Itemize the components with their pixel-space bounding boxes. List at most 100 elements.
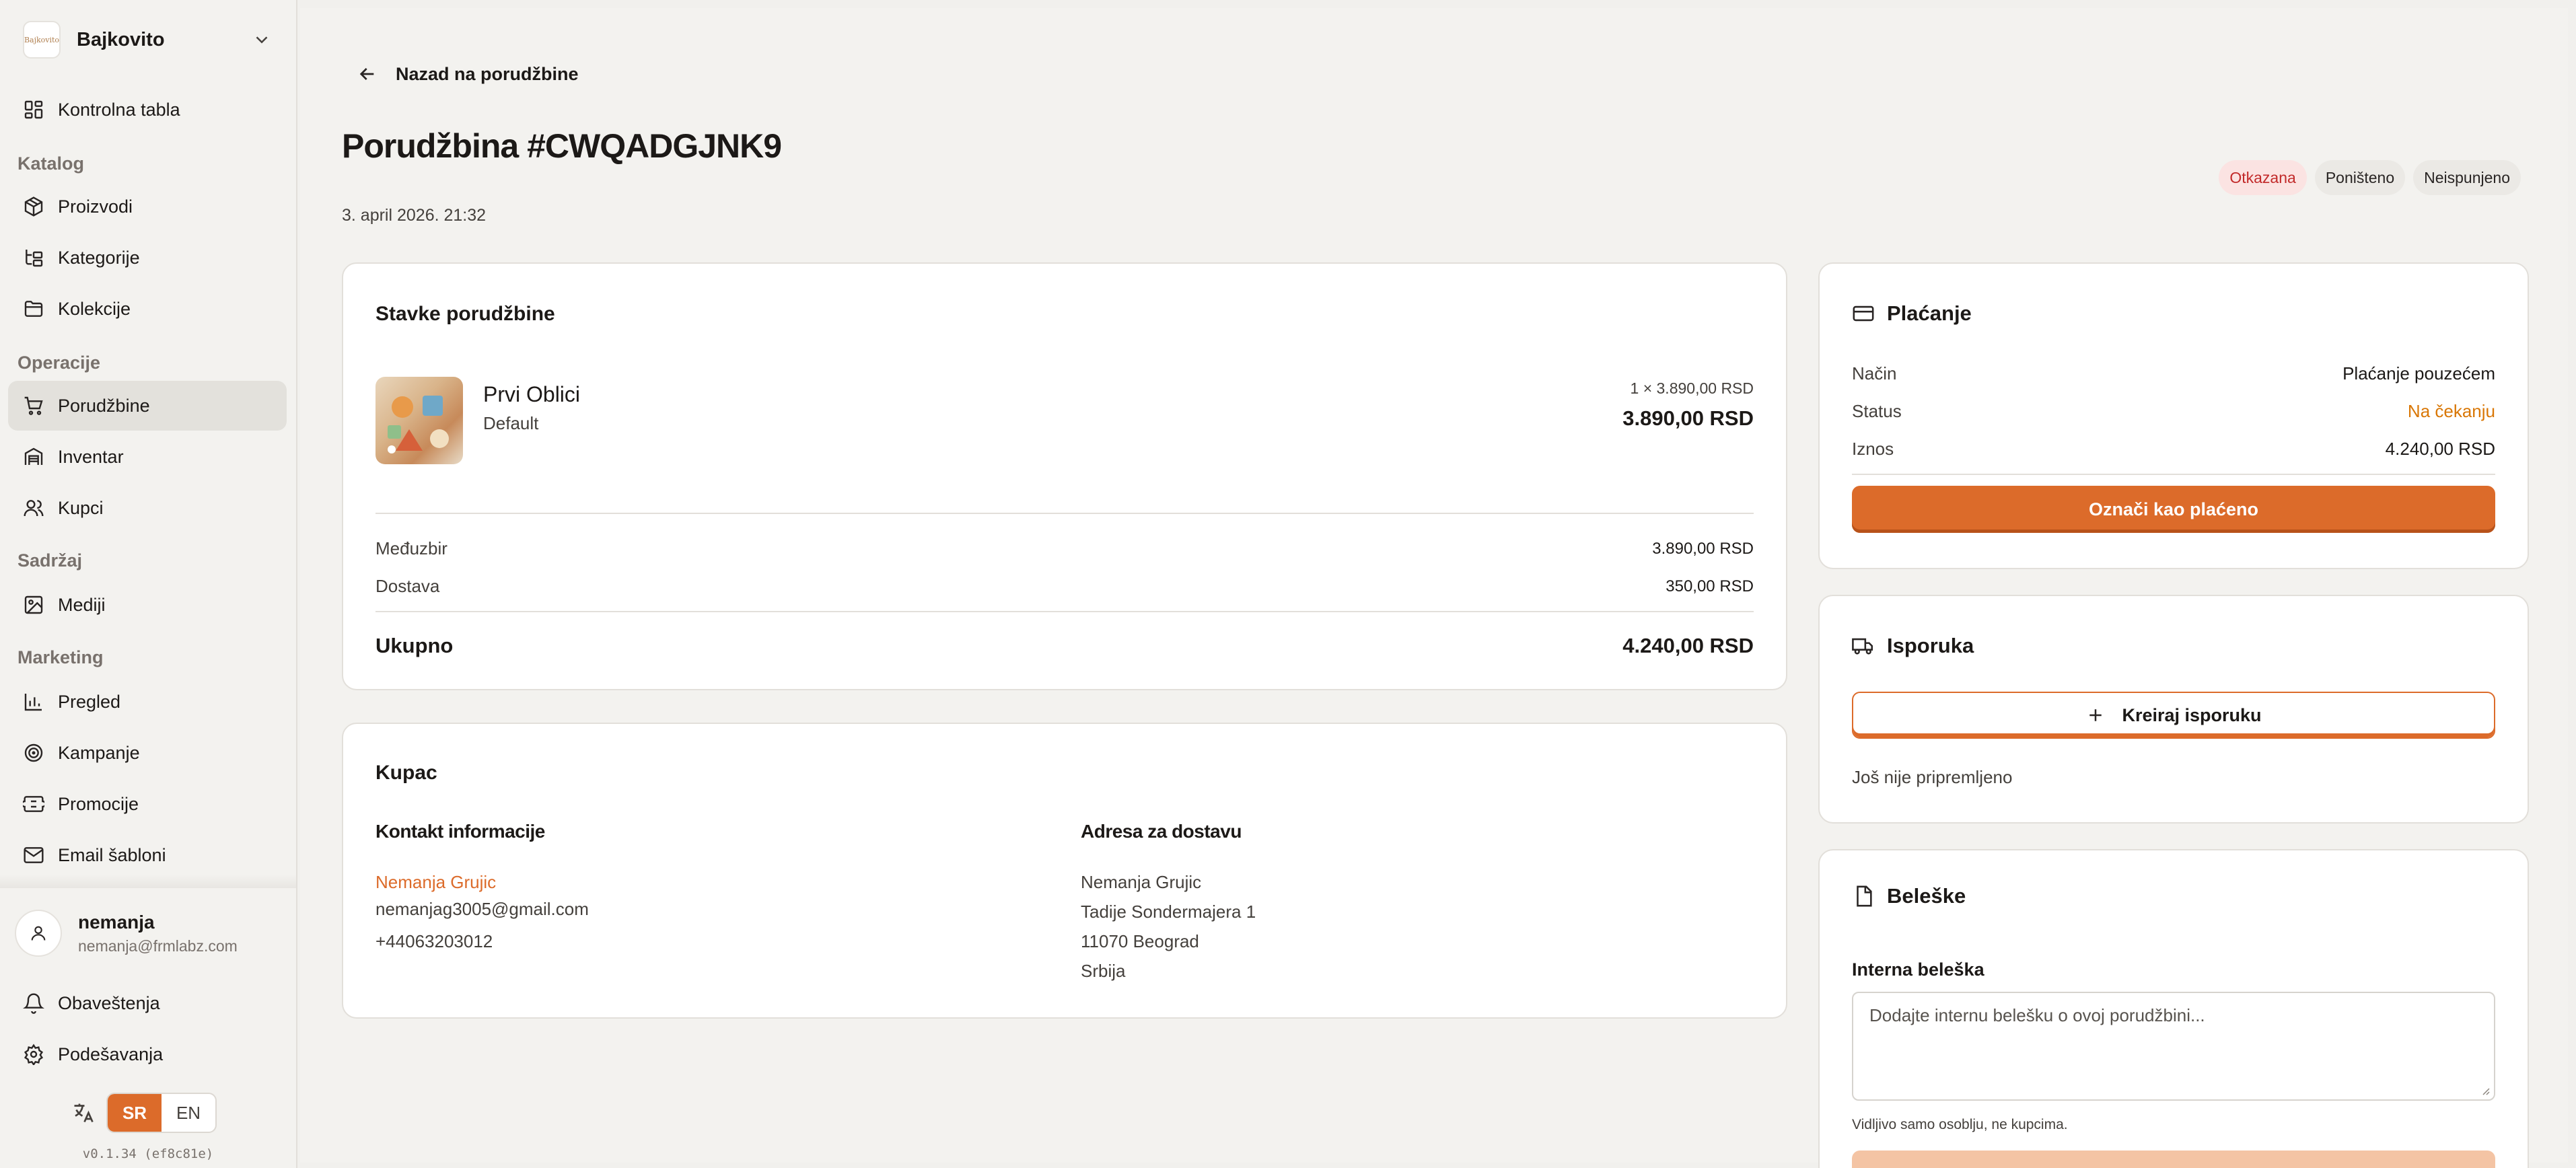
sidebar-item-email-templates[interactable]: Email šabloni bbox=[8, 830, 287, 880]
payment-amount-label: Iznos bbox=[1852, 439, 1894, 459]
language-toggle: SR EN bbox=[106, 1093, 217, 1133]
page-title: Porudžbina #CWQADGJNK9 bbox=[342, 127, 782, 165]
sidebar-item-customers[interactable]: Kupci bbox=[8, 483, 287, 533]
sidebar-item-media[interactable]: Mediji bbox=[8, 580, 287, 630]
item-name[interactable]: Prvi Oblici bbox=[483, 382, 580, 407]
contact-heading: Kontakt informacije bbox=[375, 821, 545, 842]
resize-handle-icon[interactable] bbox=[2479, 1085, 2490, 1095]
payment-status-label: Status bbox=[1852, 401, 1902, 421]
address-heading: Adresa za dostavu bbox=[1081, 821, 1242, 842]
translate-icon bbox=[74, 1103, 94, 1123]
sidebar-item-promotions[interactable]: Promocije bbox=[8, 779, 287, 829]
sidebar-item-label: Mediji bbox=[58, 594, 106, 615]
sidebar-item-label: Email šabloni bbox=[58, 844, 166, 865]
back-label: Nazad na porudžbine bbox=[396, 63, 579, 84]
bell-icon bbox=[23, 993, 44, 1014]
avatar bbox=[15, 910, 62, 957]
plus-icon bbox=[2089, 709, 2102, 721]
main-content: Nazad na porudžbine Porudžbina #CWQADGJN… bbox=[300, 8, 2568, 1168]
save-note-button[interactable] bbox=[1852, 1151, 2495, 1168]
sidebar-item-collections[interactable]: Kolekcije bbox=[8, 284, 287, 334]
section-operations: Operacije bbox=[17, 353, 101, 373]
item-total: 3.890,00 RSD bbox=[1622, 406, 1754, 430]
total-value: 4.240,00 RSD bbox=[1622, 634, 1754, 657]
sidebar-item-label: Kontrolna tabla bbox=[58, 99, 180, 120]
sidebar-item-label: Promocije bbox=[58, 793, 139, 814]
payment-title: Plaćanje bbox=[1887, 301, 1972, 325]
store-logo: Bajkovito bbox=[23, 21, 61, 59]
user-menu[interactable]: nemanja nemanja@frmlabz.com bbox=[15, 906, 284, 961]
sidebar-item-dashboard[interactable]: Kontrolna tabla bbox=[8, 85, 287, 135]
internal-note-label: Interna beleška bbox=[1852, 959, 1984, 980]
subtotal-label: Međuzbir bbox=[375, 538, 448, 558]
customer-name-link[interactable]: Nemanja Grujic bbox=[375, 872, 496, 893]
divider bbox=[375, 611, 1754, 612]
sidebar-item-categories[interactable]: Kategorije bbox=[8, 233, 287, 283]
shipping-status-text: Još nije pripremljeno bbox=[1852, 767, 2013, 787]
sidebar-item-label: Podešavanja bbox=[58, 1044, 164, 1064]
tree-icon bbox=[26, 250, 43, 267]
address-line: Srbija bbox=[1081, 961, 1126, 981]
language-en-button[interactable]: EN bbox=[162, 1094, 215, 1132]
scroll-fade bbox=[0, 875, 296, 888]
cart-icon bbox=[24, 396, 43, 415]
order-items-card: Stavke porudžbine Prvi Oblici Default 1 … bbox=[342, 262, 1787, 690]
product-thumbnail bbox=[375, 377, 463, 464]
section-content: Sadržaj bbox=[17, 550, 83, 571]
address-line: 11070 Beograd bbox=[1081, 931, 1199, 951]
grid-icon bbox=[24, 100, 43, 119]
sidebar-item-label: Kategorije bbox=[58, 247, 140, 268]
sidebar-item-orders[interactable]: Porudžbine bbox=[8, 381, 287, 431]
notes-header: Beleške bbox=[1852, 884, 1966, 908]
item-quantity-price: 1 × 3.890,00 RSD bbox=[1630, 379, 1754, 397]
order-status-badge: Otkazana bbox=[2219, 160, 2307, 195]
sidebar-item-label: Kolekcije bbox=[58, 298, 131, 319]
customer-phone: +44063203012 bbox=[375, 931, 493, 951]
payment-status-badge: Poništeno bbox=[2314, 160, 2406, 195]
mail-icon bbox=[24, 847, 44, 863]
sidebar-item-settings[interactable]: Podešavanja bbox=[8, 1029, 287, 1079]
bar-chart-icon bbox=[24, 694, 42, 711]
folder-icon bbox=[24, 301, 43, 317]
sidebar-item-campaigns[interactable]: Kampanje bbox=[8, 728, 287, 778]
payment-card: Plaćanje Način Plaćanje pouzećem Status … bbox=[1818, 262, 2529, 569]
create-shipment-button[interactable]: Kreiraj isporuku bbox=[1852, 692, 2495, 739]
payment-method-label: Način bbox=[1852, 363, 1897, 384]
fulfillment-status-badge: Neispunjeno bbox=[2413, 160, 2521, 195]
customer-card: Kupac Kontakt informacije Nemanja Grujic… bbox=[342, 723, 1787, 1019]
payment-status-value: Na čekanju bbox=[2407, 401, 2495, 421]
app-version: v0.1.34 (ef8c81e) bbox=[82, 1146, 214, 1161]
address-line: Tadije Sondermajera 1 bbox=[1081, 902, 1256, 922]
customer-title: Kupac bbox=[375, 762, 437, 784]
internal-note-hint: Vidljivo samo osoblju, ne kupcima. bbox=[1852, 1117, 2068, 1132]
payment-header: Plaćanje bbox=[1852, 301, 1972, 326]
back-link[interactable]: Nazad na porudžbine bbox=[357, 63, 579, 85]
payment-method-value: Plaćanje pouzećem bbox=[2342, 363, 2495, 384]
store-switcher[interactable]: Bajkovito Bajkovito bbox=[23, 19, 272, 61]
language-sr-button[interactable]: SR bbox=[108, 1094, 162, 1132]
sidebar-item-products[interactable]: Proizvodi bbox=[8, 182, 287, 231]
chevron-down-icon bbox=[256, 36, 268, 44]
create-shipment-label: Kreiraj isporuku bbox=[2122, 704, 2262, 725]
divider bbox=[1852, 474, 2495, 475]
sidebar-item-inventory[interactable]: Inventar bbox=[8, 432, 287, 482]
credit-card-icon bbox=[1853, 305, 1874, 322]
address-line: Nemanja Grujic bbox=[1081, 872, 1202, 892]
mark-paid-button[interactable]: Označi kao plaćeno bbox=[1852, 486, 2495, 533]
sidebar-item-label: Porudžbine bbox=[58, 395, 150, 416]
ticket-icon bbox=[23, 796, 44, 812]
section-catalog: Katalog bbox=[17, 153, 85, 174]
section-marketing: Marketing bbox=[17, 647, 104, 667]
sidebar-item-label: Proizvodi bbox=[58, 196, 133, 217]
sidebar-item-label: Obaveštenja bbox=[58, 992, 160, 1013]
order-date: 3. april 2026. 21:32 bbox=[342, 206, 487, 225]
user-icon bbox=[31, 926, 46, 941]
sidebar-item-overview[interactable]: Pregled bbox=[8, 677, 287, 727]
shipping-title: Isporuka bbox=[1887, 634, 1974, 657]
subtotal-value: 3.890,00 RSD bbox=[1652, 540, 1754, 558]
internal-note-input[interactable]: Dodajte internu belešku o ovoj porudžbin… bbox=[1852, 992, 2495, 1101]
users-icon bbox=[24, 500, 44, 517]
sidebar-item-notifications[interactable]: Obaveštenja bbox=[8, 978, 287, 1028]
internal-note-placeholder: Dodajte internu belešku o ovoj porudžbin… bbox=[1869, 1005, 2205, 1025]
store-name: Bajkovito bbox=[77, 28, 165, 50]
